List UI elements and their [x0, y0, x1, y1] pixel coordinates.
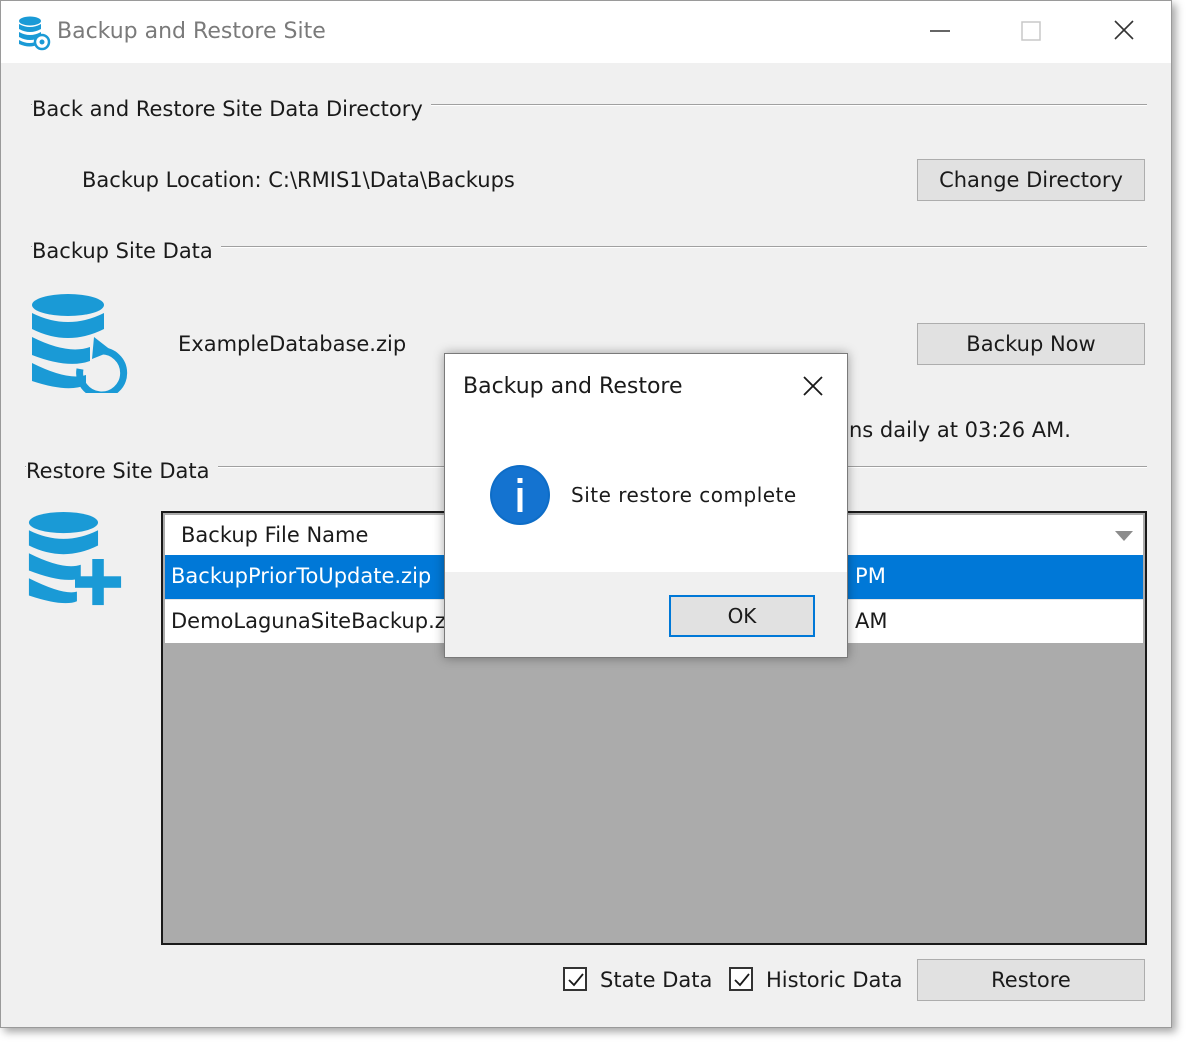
checkmark-icon [568, 973, 584, 987]
state-data-label[interactable]: State Data [600, 968, 712, 992]
restore-complete-dialog: Backup and Restore Site restore complete… [444, 353, 848, 658]
dialog-message: Site restore complete [571, 483, 797, 507]
close-icon[interactable] [795, 368, 831, 404]
dialog-title: Backup and Restore [463, 374, 683, 399]
maximize-icon[interactable] [1011, 13, 1051, 49]
window-title: Backup and Restore Site [57, 19, 326, 44]
directory-section-label: Back and Restore Site Data Directory [32, 97, 431, 121]
row-file-name: DemoLagunaSiteBackup.zip [171, 609, 465, 633]
close-icon[interactable] [1105, 13, 1145, 49]
chevron-down-icon [1115, 531, 1133, 541]
row-file-name: BackupPriorToUpdate.zip [171, 564, 432, 588]
dialog-footer: OK [445, 572, 847, 657]
historic-data-label[interactable]: Historic Data [766, 968, 902, 992]
state-data-checkbox[interactable] [563, 967, 587, 991]
info-icon [490, 465, 550, 525]
backup-section-label: Backup Site Data [32, 239, 221, 263]
database-backup-icon [32, 294, 128, 393]
minimize-icon[interactable] [921, 13, 961, 49]
backup-location-label: Backup Location: C:\RMIS1\Data\Backups [82, 168, 515, 192]
database-add-icon [28, 511, 122, 606]
title-bar: Backup and Restore Site [1, 1, 1171, 63]
backup-file-name: ExampleDatabase.zip [178, 332, 407, 356]
app-database-icon [19, 16, 51, 51]
change-directory-button[interactable]: Change Directory [917, 159, 1145, 201]
ok-button[interactable]: OK [669, 595, 815, 637]
checkmark-icon [734, 973, 750, 987]
backup-now-button[interactable]: Backup Now [917, 323, 1145, 365]
backup-file-name-header: Backup File Name [181, 523, 369, 547]
historic-data-checkbox[interactable] [729, 967, 753, 991]
restore-section-label: Restore Site Data [26, 459, 218, 483]
backup-schedule-text: runs daily at 03:26 AM. [827, 418, 1071, 442]
restore-button[interactable]: Restore [917, 959, 1145, 1001]
